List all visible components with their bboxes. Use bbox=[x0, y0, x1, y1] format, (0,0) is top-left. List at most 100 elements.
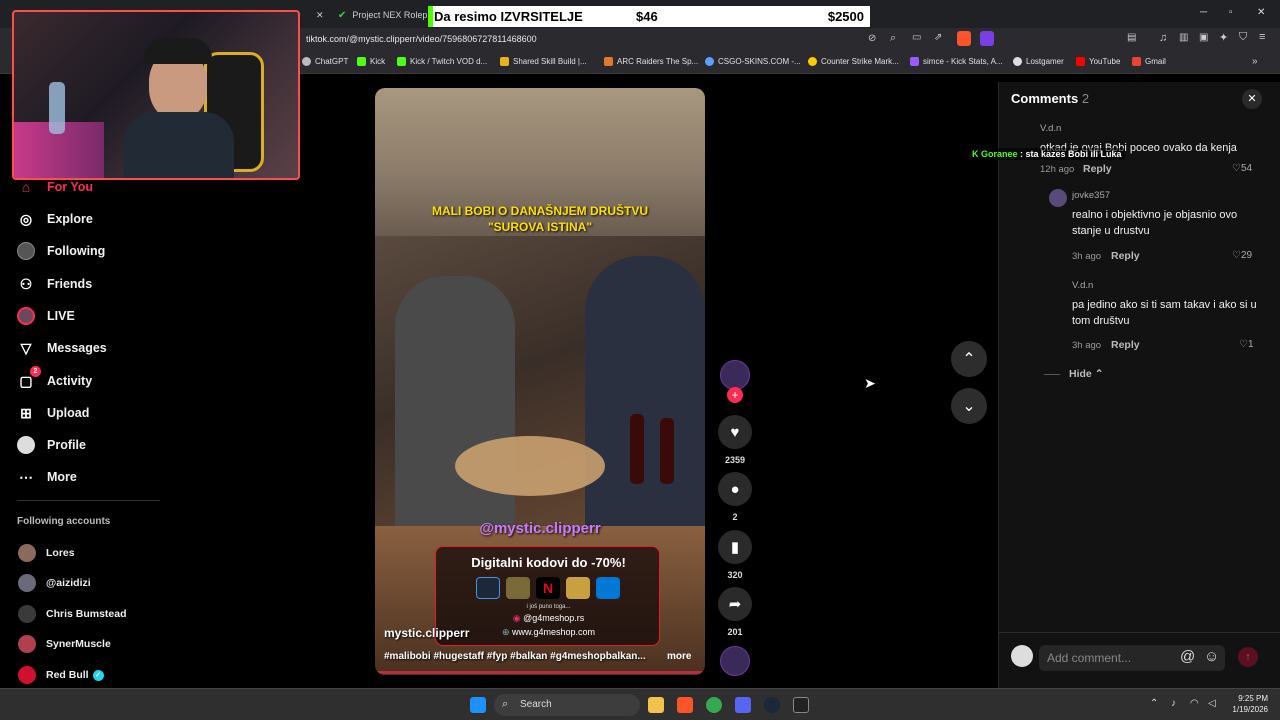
share-page-icon[interactable]: ⇗ bbox=[934, 32, 942, 43]
bookmarks-overflow-icon[interactable]: » bbox=[1252, 56, 1258, 67]
bookmark-arc-raiders[interactable]: ARC Raiders The Sp... bbox=[604, 57, 698, 66]
tiktok-sidebar: ⌂ For You ◎ Explore Following ⚇ Friends … bbox=[0, 178, 300, 688]
tray-overflow-icon[interactable]: ⌃ bbox=[1150, 698, 1158, 709]
brave-rewards-icon[interactable] bbox=[980, 31, 994, 46]
bookmark-youtube[interactable]: YouTube bbox=[1076, 57, 1120, 66]
translate-icon[interactable]: ⊘ bbox=[868, 33, 876, 44]
creator-avatar[interactable] bbox=[720, 360, 750, 390]
clock[interactable]: 9:25 PM 1/19/2026 bbox=[1226, 693, 1268, 715]
following-account[interactable]: Chris Bumstead bbox=[18, 605, 127, 623]
comment-like-button[interactable]: ♡29 bbox=[1232, 250, 1252, 261]
following-account[interactable]: Red Bull ✓ bbox=[18, 666, 104, 684]
bookmark-csgo-skins[interactable]: CSGO-SKINS.COM -... bbox=[705, 57, 801, 66]
bookmark-kick-vod[interactable]: Kick / Twitch VOD d... bbox=[397, 57, 487, 66]
bookmark-simce[interactable]: simce - Kick Stats, A... bbox=[910, 57, 1003, 66]
video-author[interactable]: mystic.clipperr bbox=[384, 626, 469, 640]
media-icon[interactable]: ♫ bbox=[1159, 32, 1167, 44]
brave-browser-icon[interactable] bbox=[677, 697, 693, 713]
nav-activity[interactable]: ▢ 2 Activity bbox=[17, 366, 92, 390]
volume-icon[interactable]: ◁ bbox=[1208, 698, 1216, 709]
reader-icon[interactable]: ▤ bbox=[1127, 32, 1136, 43]
nav-explore[interactable]: ◎ Explore bbox=[17, 210, 93, 228]
save-button[interactable]: ▮ bbox=[718, 530, 752, 564]
promo-site: ⊕ www.g4meshop.com bbox=[501, 627, 596, 637]
nav-friends[interactable]: ⚇ Friends bbox=[17, 275, 92, 293]
sound-disc[interactable] bbox=[720, 646, 750, 676]
close-tab-icon[interactable]: ✕ bbox=[316, 10, 324, 21]
nav-following[interactable]: Following bbox=[17, 242, 105, 260]
menu-icon[interactable]: ≡ bbox=[1259, 31, 1265, 43]
following-account[interactable]: Lores bbox=[18, 544, 75, 562]
comment-button[interactable]: ● bbox=[718, 472, 752, 506]
reply-button[interactable]: Reply bbox=[1083, 163, 1112, 175]
wallet-icon[interactable]: ▣ bbox=[1199, 32, 1208, 43]
follow-plus-icon[interactable]: + bbox=[727, 387, 743, 403]
bookmark-lostgamer[interactable]: Lostgamer bbox=[1013, 57, 1064, 66]
chatgpt-icon bbox=[302, 57, 311, 66]
video-hashtags[interactable]: #malibobi #hugestaff #fyp #balkan #g4mes… bbox=[384, 651, 646, 662]
save-count: 320 bbox=[727, 570, 743, 580]
emoji-icon[interactable]: ☺ bbox=[1204, 648, 1219, 665]
microphone-icon[interactable]: ♪ bbox=[1171, 698, 1176, 709]
reply-button[interactable]: Reply bbox=[1111, 339, 1140, 351]
previous-video-button[interactable]: ⌃ bbox=[951, 341, 987, 377]
maximize-icon[interactable]: ▫ bbox=[1229, 7, 1233, 18]
following-account[interactable]: @aizidizi bbox=[18, 574, 91, 592]
more-link[interactable]: more bbox=[667, 651, 691, 662]
hide-replies-button[interactable]: Hide ⌃ bbox=[1069, 368, 1104, 380]
bookmark-kick[interactable]: Kick bbox=[357, 57, 385, 66]
url-field[interactable]: tiktok.com/@mystic.clipperr/video/759680… bbox=[306, 34, 537, 44]
window-close-icon[interactable]: ✕ bbox=[1257, 7, 1265, 18]
bookmark-cs-market[interactable]: Counter Strike Mark... bbox=[808, 57, 899, 66]
comment-username[interactable]: jovke357 bbox=[1072, 190, 1110, 201]
browser-tab-nex[interactable]: ✔ Project NEX Roleplay bbox=[338, 5, 439, 25]
discord-icon[interactable] bbox=[735, 697, 751, 713]
bookmark-skill-build[interactable]: Shared Skill Build |... bbox=[500, 57, 587, 66]
bookmark-gmail[interactable]: Gmail bbox=[1132, 57, 1166, 66]
sidebar-toggle-icon[interactable]: ▥ bbox=[1179, 32, 1188, 43]
steam-taskbar-icon[interactable] bbox=[764, 697, 780, 713]
nav-messages[interactable]: ▽ Messages bbox=[17, 339, 107, 357]
food-bowl bbox=[455, 436, 605, 496]
epic-games-icon[interactable] bbox=[793, 697, 809, 713]
bookmark-chatgpt[interactable]: ChatGPT bbox=[302, 57, 348, 66]
taskbar-search[interactable]: ⌕ Search bbox=[494, 694, 640, 716]
cast-icon[interactable]: ▭ bbox=[912, 32, 921, 43]
leo-ai-icon[interactable]: ✦ bbox=[1219, 31, 1228, 44]
nav-live[interactable]: LIVE bbox=[17, 307, 75, 325]
file-explorer-icon[interactable] bbox=[648, 697, 664, 713]
minimize-icon[interactable]: ─ bbox=[1200, 7, 1207, 18]
chrome-icon[interactable] bbox=[706, 697, 722, 713]
send-comment-button[interactable]: ↑ bbox=[1238, 647, 1258, 667]
comment-like-button[interactable]: ♡1 bbox=[1239, 339, 1254, 350]
windows-start-icon[interactable] bbox=[470, 697, 486, 713]
goal-current: $46 bbox=[636, 9, 658, 24]
mention-icon[interactable]: @ bbox=[1180, 648, 1195, 665]
nav-profile[interactable]: Profile bbox=[17, 436, 86, 454]
reply-button[interactable]: Reply bbox=[1111, 250, 1140, 262]
avatar[interactable] bbox=[1049, 189, 1067, 207]
chat-username: Goranee bbox=[981, 149, 1018, 159]
wifi-icon[interactable]: ◠ bbox=[1190, 698, 1199, 709]
share-button[interactable]: ➦ bbox=[718, 587, 752, 621]
like-button[interactable]: ♥ bbox=[718, 415, 752, 449]
nav-upload[interactable]: ⊞ Upload bbox=[17, 404, 89, 422]
nav-more[interactable]: ⋯ More bbox=[17, 468, 77, 486]
video-player[interactable]: MALI BOBI O DANAŠNJEM DRUŠTVU "SUROVA IS… bbox=[375, 88, 705, 675]
comment-like-button[interactable]: ♡54 bbox=[1232, 163, 1252, 174]
promo-title: Digitalni kodovi do -70%! bbox=[471, 555, 626, 570]
avatar bbox=[18, 544, 36, 562]
close-comments-button[interactable]: ✕ bbox=[1242, 89, 1262, 109]
brave-shield-icon[interactable] bbox=[957, 31, 971, 46]
zoom-icon[interactable]: ⌕ bbox=[890, 32, 896, 45]
upload-icon: ⊞ bbox=[20, 404, 32, 421]
comment-username[interactable]: V.d.n bbox=[1072, 280, 1093, 291]
video-progress[interactable] bbox=[375, 671, 705, 674]
next-video-button[interactable]: ⌄ bbox=[951, 388, 987, 424]
nav-for-you[interactable]: ⌂ For You bbox=[17, 178, 93, 196]
following-account[interactable]: SynerMuscle bbox=[18, 635, 111, 653]
comment-input[interactable]: Add comment... bbox=[1039, 645, 1225, 671]
simce-icon bbox=[910, 57, 919, 66]
vpn-icon[interactable]: ⛉ bbox=[1239, 31, 1247, 44]
comment-username[interactable]: V.d.n bbox=[1040, 123, 1061, 134]
